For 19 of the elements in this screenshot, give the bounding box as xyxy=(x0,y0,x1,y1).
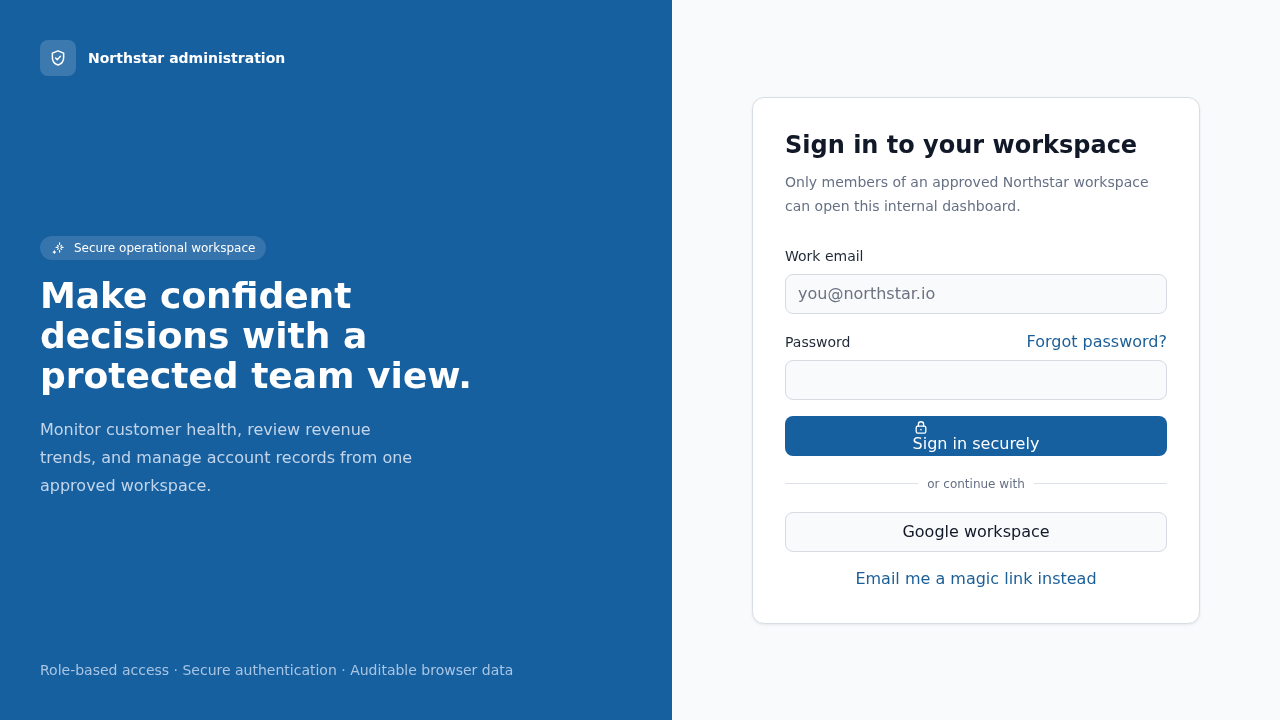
hero-description: Monitor customer health, review revenue trends, and manage account records from one approved workspace. xyxy=(40,419,414,497)
shield-check-icon xyxy=(40,40,76,76)
magic-link[interactable]: Email me a magic link instead xyxy=(855,566,1097,591)
sparkles-icon xyxy=(52,241,66,255)
input-field[interactable] xyxy=(785,359,1167,400)
hero-heading: Make confident decisions with a protected team view. xyxy=(40,276,473,396)
input-field[interactable]: you@northstar.io xyxy=(785,273,1167,314)
feature-list: Role-based access · Secure authentication · Auditable browser data xyxy=(40,660,632,680)
card-title: Sign in to your workspace xyxy=(785,129,1139,161)
forgot-password-link[interactable]: Forgot password? xyxy=(1026,329,1167,354)
badge-label: Secure operational workspace xyxy=(74,240,256,256)
lock-icon xyxy=(914,419,928,434)
card-subtitle: Only members of an approved Northstar workspace can open this internal dashboard. xyxy=(785,172,1150,216)
field-label: Work email xyxy=(785,246,864,266)
field-label: Password xyxy=(785,332,851,352)
google-workspace-button[interactable]: Google workspace xyxy=(785,511,1167,552)
sign-in-button[interactable]: Sign in securely xyxy=(785,415,1167,456)
divider-text: or continue with xyxy=(926,475,1026,492)
brand-name: Northstar administration xyxy=(88,49,286,68)
